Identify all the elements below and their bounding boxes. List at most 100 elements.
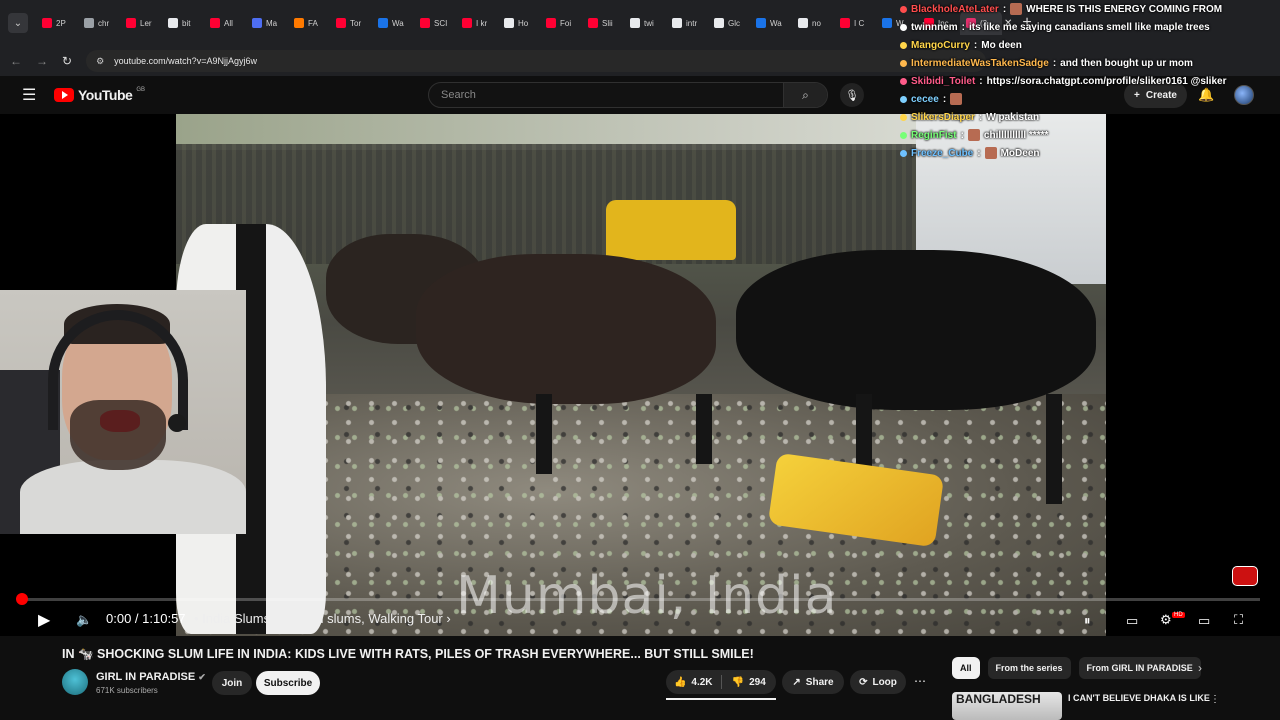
- filter-chip[interactable]: From the series: [987, 657, 1071, 679]
- like-button[interactable]: 👍 4.2K: [666, 677, 721, 688]
- reload-button[interactable]: ↻: [62, 54, 72, 68]
- tab-label: Wa: [770, 18, 782, 28]
- fullscreen-icon[interactable]: ⛶: [1234, 612, 1243, 628]
- scene-cow-leg: [696, 394, 712, 464]
- like-ratio-bar: [666, 698, 776, 700]
- chat-text: https://sora.chatgpt.com/profile/sliker0…: [986, 75, 1227, 87]
- tab-favicon-icon: [126, 18, 136, 28]
- logo-text: YouTube: [78, 87, 133, 103]
- tab-favicon-icon: [630, 18, 640, 28]
- filter-chip[interactable]: From GIRL IN PARADISE: [1078, 657, 1201, 679]
- search-icon[interactable]: ⌕: [783, 83, 827, 107]
- subscriber-count: 671K subscribers: [96, 686, 158, 695]
- chat-message: Skibidi_Toilet: https://sora.chatgpt.com/…: [900, 72, 1274, 90]
- time-display: 0:00 / 1:10:57: [106, 611, 186, 626]
- channel-avatar[interactable]: [62, 669, 88, 695]
- chat-message: ReginFist: chillllllllll *****: [900, 126, 1274, 144]
- tab-label: bit: [182, 18, 191, 28]
- menu-icon[interactable]: ☰: [22, 85, 36, 105]
- loop-button[interactable]: ⟳ Loop: [850, 670, 906, 694]
- browser-tab[interactable]: Ma: [246, 11, 288, 35]
- chat-message: IntermediateWasTakenSadge: and then bough…: [900, 54, 1274, 72]
- youtube-subscribe-watermark-icon[interactable]: [1232, 566, 1258, 586]
- browser-tab[interactable]: SCI: [414, 11, 456, 35]
- browser-tab[interactable]: Wa: [750, 11, 792, 35]
- browser-tab[interactable]: All: [204, 11, 246, 35]
- chapter-title[interactable]: • India Slums, Mumbai slums, Walking Tou…: [194, 611, 451, 626]
- browser-tab[interactable]: Glc: [708, 11, 750, 35]
- browser-tab[interactable]: twi: [624, 11, 666, 35]
- forward-button[interactable]: →: [36, 54, 48, 68]
- chat-badge-icon: [900, 131, 907, 139]
- subscribe-button[interactable]: Subscribe: [256, 671, 320, 695]
- autoplay-toggle-icon[interactable]: ⏸: [1084, 613, 1091, 629]
- tab-label: Wa: [392, 18, 404, 28]
- tab-search-button[interactable]: ⌄: [8, 13, 28, 33]
- progress-bar[interactable]: [20, 598, 1260, 601]
- chat-separator: :: [1002, 3, 1007, 15]
- browser-tab[interactable]: 2P: [36, 11, 78, 35]
- filter-chip[interactable]: All: [952, 657, 980, 679]
- browser-tab[interactable]: chr: [78, 11, 120, 35]
- tab-favicon-icon: [588, 18, 598, 28]
- browser-tab[interactable]: Ler: [120, 11, 162, 35]
- chat-message: SlikersDiaper: W pakistan: [900, 108, 1274, 126]
- tab-favicon-icon: [798, 18, 808, 28]
- tab-label: chr: [98, 18, 110, 28]
- chat-text: and then bought up ur mom: [1060, 57, 1193, 69]
- recommendation-thumbnail[interactable]: BANGLADESH: [952, 692, 1062, 720]
- search-box: ⌕: [428, 82, 828, 108]
- browser-tab[interactable]: Foi: [540, 11, 582, 35]
- url-bar[interactable]: ⚙ youtube.com/watch?v=A9NjjAgyj6w: [86, 50, 987, 72]
- browser-tab[interactable]: no: [792, 11, 834, 35]
- site-info-icon[interactable]: ⚙: [96, 56, 104, 67]
- browser-tab[interactable]: I C: [834, 11, 876, 35]
- share-button[interactable]: ↗ Share: [782, 670, 844, 694]
- browser-tab[interactable]: Slii: [582, 11, 624, 35]
- search-input[interactable]: [429, 89, 783, 101]
- channel-name[interactable]: GIRL IN PARADISE ✔: [96, 671, 206, 683]
- microphone-icon[interactable]: 🎙: [840, 83, 864, 107]
- settings-gear-icon[interactable]: ⚙: [1160, 612, 1172, 628]
- volume-icon[interactable]: 🔈: [76, 612, 92, 628]
- tab-favicon-icon: [42, 18, 52, 28]
- join-button[interactable]: Join: [212, 671, 252, 695]
- video-frame[interactable]: Mumbai, India: [176, 114, 1106, 636]
- tab-favicon-icon: [714, 18, 724, 28]
- video-player[interactable]: Mumbai, India ▶ 🔈 0:00 / 1:10:57 • India…: [0, 114, 1280, 636]
- tab-label: I C: [854, 18, 865, 28]
- youtube-logo-icon: [54, 88, 74, 102]
- time-current: 0:00: [106, 611, 132, 626]
- chat-separator: :: [973, 39, 978, 51]
- loop-label: Loop: [872, 676, 897, 688]
- chat-badge-icon: [900, 5, 907, 13]
- dislike-button[interactable]: 👎 294: [722, 677, 777, 688]
- browser-tab[interactable]: I kr: [456, 11, 498, 35]
- chat-badge-icon: [900, 23, 907, 31]
- more-options-icon[interactable]: ⋮: [1210, 694, 1220, 705]
- captions-icon[interactable]: ▭: [1126, 613, 1138, 629]
- browser-tab[interactable]: Wa: [372, 11, 414, 35]
- browser-tab[interactable]: Tor: [330, 11, 372, 35]
- chat-message: BlackholeAteLater: WHERE IS THIS ENERGY C…: [900, 0, 1274, 18]
- chat-separator: :: [977, 147, 981, 159]
- play-icon[interactable]: ▶: [38, 610, 50, 630]
- tab-favicon-icon: [252, 18, 262, 28]
- chat-username: Skibidi_Toilet: [911, 75, 976, 87]
- browser-tab[interactable]: intr: [666, 11, 708, 35]
- browser-tab[interactable]: bit: [162, 11, 204, 35]
- theater-mode-icon[interactable]: ▭: [1198, 613, 1210, 629]
- tab-label: All: [224, 18, 233, 28]
- youtube-logo[interactable]: YouTube GB: [54, 87, 145, 103]
- browser-tab[interactable]: FA: [288, 11, 330, 35]
- back-button[interactable]: ←: [10, 54, 22, 68]
- more-actions-icon[interactable]: ⋯: [914, 674, 926, 688]
- recommendation-title[interactable]: I CAN'T BELIEVE DHAKA IS LIKE: [1068, 693, 1210, 703]
- progress-scrubber[interactable]: [16, 593, 28, 605]
- chevron-right-icon[interactable]: ›: [1198, 661, 1202, 675]
- tab-favicon-icon: [294, 18, 304, 28]
- video-details: IN 🐄 SHOCKING SLUM LIFE IN INDIA: KIDS L…: [0, 636, 1280, 720]
- browser-tab[interactable]: Ho: [498, 11, 540, 35]
- stream-chat-overlay: BlackholeAteLater: WHERE IS THIS ENERGY C…: [896, 0, 1280, 159]
- chat-message: twinnnem: its like me saying canadians sm…: [900, 18, 1274, 36]
